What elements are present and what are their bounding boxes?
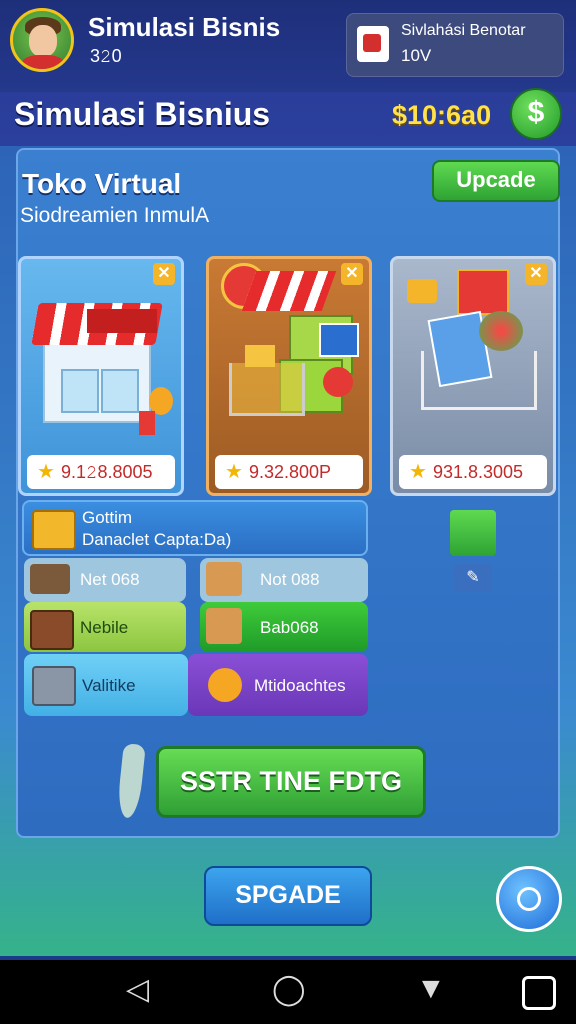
store-card-cart[interactable]: ✕ ★ 9.32.800P [206, 256, 372, 496]
list-item-net[interactable]: Net 068 [24, 558, 186, 602]
store-panel: Toko Virtual Siodreamien InmulA Upcade ✕… [16, 148, 560, 838]
box-icon [206, 562, 242, 596]
list-item-label: Net 068 [80, 570, 140, 589]
notification-card[interactable]: Sivlahási Benotar 10V [346, 13, 564, 77]
list-item-valitike[interactable]: Valitike [24, 654, 188, 716]
list-item-title: Gottim [82, 508, 133, 527]
list-item-gottim[interactable]: Gottim Danaclet Capta:Da) [22, 500, 368, 556]
player-score: 3𝟸0 [90, 46, 122, 66]
close-icon[interactable]: ✕ [341, 263, 363, 285]
notification-value: 10V [401, 46, 432, 65]
notification-title: Sivlahási Benotar [401, 22, 526, 39]
close-icon[interactable]: ✕ [525, 263, 547, 285]
back-icon[interactable]: ◁ [126, 972, 149, 1007]
money-display: $10:6a0 [392, 100, 492, 130]
price-label: ★ 931.8.3005 [399, 455, 547, 489]
recents-icon[interactable]: ▼ [416, 972, 446, 1006]
list-item-mtidoachtes[interactable]: Mtidoachtes [188, 654, 368, 716]
game-title: Simulasi Bisnis [88, 12, 281, 42]
cart-icon [421, 351, 537, 410]
dollar-icon[interactable]: $ [510, 88, 562, 140]
list-item-bab[interactable]: Bab068 [200, 602, 368, 652]
store-subtitle: Siodreamien InmulA [20, 204, 210, 227]
edit-icon[interactable]: ✎ [454, 564, 492, 592]
shelf-icon [30, 564, 70, 594]
chest-icon [30, 610, 74, 650]
store-card-products[interactable]: ✕ ★ 931.8.3005 [390, 256, 556, 496]
list-item-label: Nebile [80, 618, 129, 637]
store-title: Toko Virtual [22, 168, 182, 199]
box-icon [32, 510, 76, 550]
close-icon[interactable]: ✕ [153, 263, 175, 285]
list-item-subtitle: Danaclet Capta:Da) [82, 530, 232, 549]
player-avatar[interactable] [10, 8, 74, 72]
store-icon [357, 26, 389, 62]
store-card-shop[interactable]: ✕ ★ 9.1𝟸8.8005 [18, 256, 184, 496]
top-bar: Simulasi Bisnis 3𝟸0 Sivlahási Benotar 10… [0, 0, 576, 92]
pencil-icon [116, 743, 146, 819]
system-nav-bar: ◁ ◯ ▼ [0, 960, 576, 1024]
list-item-not[interactable]: Not 088 [200, 558, 368, 602]
cart-icon [229, 363, 305, 416]
price-label: ★ 9.1𝟸8.8005 [27, 455, 175, 489]
status-indicator [450, 510, 496, 556]
list-item-label: Mtidoachtes [254, 676, 346, 695]
page-title: Simulasi Bisnius [14, 96, 271, 132]
spgade-button[interactable]: SPGADE [204, 866, 372, 926]
list-item-label: Not 088 [260, 570, 320, 589]
price-label: ★ 9.32.800P [215, 455, 363, 489]
app-icon[interactable] [522, 976, 556, 1010]
shop-sign [87, 309, 157, 333]
home-icon[interactable]: ◯ [272, 972, 306, 1007]
header-bar: Simulasi Bisnius $10:6a0 $ [0, 88, 576, 146]
upgrade-button[interactable]: Upcade [432, 160, 560, 202]
box-icon [206, 608, 242, 644]
list-item-label: Valitike [82, 676, 136, 695]
crate-icon [32, 666, 76, 706]
tape-icon [208, 668, 242, 702]
list-item-nebile[interactable]: Nebile [24, 602, 186, 652]
compass-icon[interactable] [496, 866, 562, 932]
start-button[interactable]: SSTR TINE FDTG [156, 746, 426, 818]
list-item-label: Bab068 [260, 618, 319, 637]
